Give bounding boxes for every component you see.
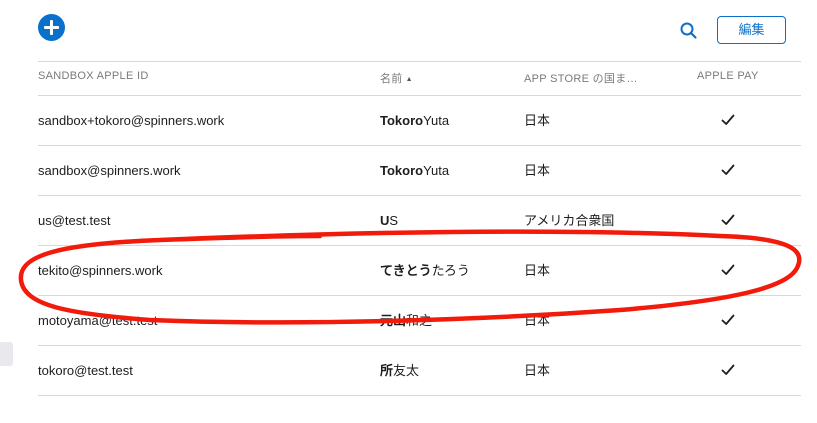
plus-icon xyxy=(44,20,59,35)
apple-id-cell: motoyama@test.test xyxy=(38,313,158,328)
table-row[interactable]: sandbox+tokoro@spinners.work TokoroYuta 日本 xyxy=(38,96,801,145)
apple-id-cell: tekito@spinners.work xyxy=(38,263,163,278)
first-name: Yuta xyxy=(423,163,450,178)
add-tester-button[interactable] xyxy=(38,14,65,41)
first-name: S xyxy=(389,213,399,228)
column-header-apple-id[interactable]: SANDBOX APPLE ID xyxy=(38,70,149,82)
last-name: 元山 xyxy=(380,313,407,328)
table-row[interactable]: sandbox@spinners.work TokoroYuta 日本 xyxy=(38,146,801,195)
row-divider xyxy=(38,395,801,396)
table-row[interactable]: tekito@spinners.work てきとうたろう 日本 xyxy=(38,246,801,295)
column-header-name[interactable]: 名前 ▲ xyxy=(380,70,413,86)
edit-button[interactable]: 編集 xyxy=(717,16,786,44)
last-name: てきとう xyxy=(380,263,432,278)
checkmark-icon xyxy=(721,364,735,375)
table-row[interactable]: motoyama@test.test 元山和之 日本 xyxy=(38,296,801,345)
apple-pay-cell xyxy=(721,96,737,145)
first-name: 和之 xyxy=(406,313,433,328)
search-icon xyxy=(680,22,697,39)
first-name: Yuta xyxy=(423,113,450,128)
column-header-apple-pay[interactable]: APPLE PAY xyxy=(697,70,759,82)
table-row[interactable]: tokoro@test.test 所友太 日本 xyxy=(38,346,801,395)
apple-id-cell: sandbox+tokoro@spinners.work xyxy=(38,113,225,128)
table-top-divider xyxy=(38,61,801,62)
column-header-store-country[interactable]: APP STORE の国ま… xyxy=(524,70,649,86)
checkmark-icon xyxy=(721,264,735,275)
last-name: U xyxy=(380,213,390,228)
checkmark-icon xyxy=(721,114,735,125)
last-name: 所 xyxy=(380,363,394,378)
sort-ascending-icon: ▲ xyxy=(405,76,413,83)
table-row[interactable]: us@test.test US アメリカ合衆国 xyxy=(38,196,801,245)
store-country-cell: 日本 xyxy=(524,163,551,178)
name-cell: US xyxy=(380,196,398,245)
last-name: Tokoro xyxy=(380,113,424,128)
checkmark-icon xyxy=(721,164,735,175)
apple-pay-cell xyxy=(721,196,737,245)
apple-id-cell: us@test.test xyxy=(38,213,111,228)
first-name: 友太 xyxy=(393,363,420,378)
apple-pay-cell xyxy=(721,146,737,195)
column-header-name-label: 名前 xyxy=(380,73,403,85)
store-country-cell: 日本 xyxy=(524,263,551,278)
side-panel-tab[interactable] xyxy=(0,342,13,366)
checkmark-icon xyxy=(721,314,735,325)
checkmark-icon xyxy=(721,214,735,225)
first-name: たろう xyxy=(431,263,470,278)
name-cell: てきとうたろう xyxy=(380,246,470,295)
store-country-cell: アメリカ合衆国 xyxy=(524,213,615,228)
apple-pay-cell xyxy=(721,296,737,345)
apple-pay-cell xyxy=(721,346,737,395)
store-country-cell: 日本 xyxy=(524,363,551,378)
last-name: Tokoro xyxy=(380,163,424,178)
name-cell: 元山和之 xyxy=(380,296,432,345)
search-button[interactable] xyxy=(679,21,699,41)
name-cell: TokoroYuta xyxy=(380,96,449,145)
apple-pay-cell xyxy=(721,246,737,295)
name-cell: 所友太 xyxy=(380,346,419,395)
name-cell: TokoroYuta xyxy=(380,146,449,195)
store-country-cell: 日本 xyxy=(524,113,551,128)
store-country-cell: 日本 xyxy=(524,313,551,328)
apple-id-cell: tokoro@test.test xyxy=(38,363,133,378)
apple-id-cell: sandbox@spinners.work xyxy=(38,163,181,178)
